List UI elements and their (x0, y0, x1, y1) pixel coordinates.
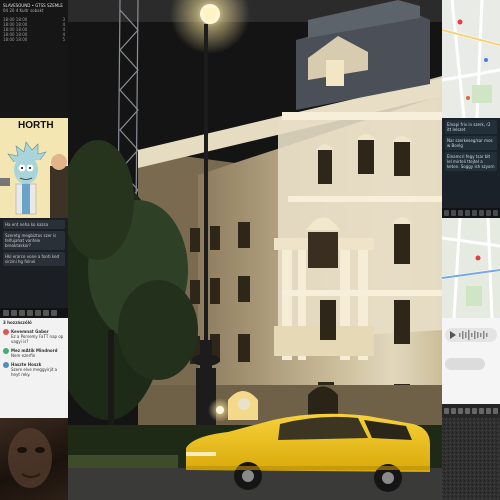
toolbar-icon (486, 210, 491, 216)
chat-toolbar (0, 308, 68, 318)
toolbar-icon (51, 310, 57, 316)
chat-screenshot-left: Ha ent neha ko kazsa Szeretg megbiztos s… (0, 218, 68, 318)
toolbar-icon (451, 210, 456, 216)
chat-message: Ha ent neha ko kazsa (3, 220, 65, 229)
toolbar-icon (11, 310, 17, 316)
toolbar-icon (465, 210, 470, 216)
toolbar-icon (458, 408, 463, 414)
map-pin-icon (475, 255, 481, 261)
toolbar-icon (465, 408, 470, 414)
dark-portrait-panel (0, 418, 68, 500)
toolbar-icon (472, 210, 477, 216)
chat-toolbar (442, 404, 500, 418)
cartoon-meme-panel: HORTH (0, 118, 68, 218)
toolbar-icon (19, 310, 25, 316)
chat-message: Nar szerkeseg/sar mos w Bonlg (445, 136, 497, 150)
schedule-title: SLAVESOUND • GTSS SZEMLE (3, 3, 63, 8)
toolbar-icon (444, 408, 449, 414)
grainy-texture-panel (442, 418, 500, 500)
toolbar-icon (35, 310, 41, 316)
chat-message: Elnamcri fegy tsar blt lel mirteli ttejt… (445, 152, 497, 171)
toolbar-icon (451, 408, 456, 414)
chat-message: Szeretg megbiztos szer is felfujahat van… (3, 231, 65, 250)
toolbar-icon (493, 210, 498, 216)
map-image (442, 218, 500, 318)
toolbar-icon (493, 408, 498, 414)
comment-item: Haszte Hoszk Szere elve meggyirjit a heyt… (0, 360, 68, 379)
event-schedule-panel: SLAVESOUND • GTSS SZEMLE 04 20 4 Kultr s… (0, 0, 68, 118)
audio-waveform-icon (445, 328, 497, 370)
comment-text: Szere elve meggyirjit a heyt reky. (11, 367, 58, 377)
chat-screenshot-right: Elnapi friv in szerk, r2 itt lelszet Nar… (442, 118, 500, 218)
toolbar-icon (479, 408, 484, 414)
avatar (3, 329, 9, 335)
comment-text: Nem ezerfin (11, 353, 36, 358)
comment-text: Ez a Porsemy FaTT nap op vagyi is? (11, 334, 64, 344)
map-screenshot-middle (442, 218, 500, 318)
chat-toolbar (442, 208, 500, 218)
map-pin-icon (484, 58, 488, 62)
portrait-image (8, 428, 52, 488)
toolbar-icon (3, 310, 9, 316)
voice-message-panel (442, 318, 500, 418)
chat-message: Hkl erarce vone a fonti ked sirzini hg f… (3, 252, 65, 266)
toolbar-icon (27, 310, 33, 316)
schedule-row: 18:00 18:00 5 (3, 37, 65, 42)
texture-image (442, 418, 500, 500)
toolbar-icon (472, 408, 477, 414)
comment-item: Kevemnat Gabor Ez a Porsemy FaTT nap op v… (0, 327, 68, 346)
map-image (442, 0, 500, 118)
comment-item: Mez mAtik Mindnord Nem ezerfin (0, 346, 68, 360)
toolbar-icon (479, 210, 484, 216)
cartoon-character-icon (0, 141, 68, 218)
map-pin-icon (457, 19, 463, 25)
night-street-photo (68, 0, 442, 500)
toolbar-icon (458, 210, 463, 216)
meme-caption: HORTH (18, 120, 54, 131)
map-screenshot-top (442, 0, 500, 118)
comment-feed-panel: 3 hozzászóló Kevemnat Gabor Ez a Porsemy … (0, 318, 68, 418)
toolbar-icon (43, 310, 49, 316)
avatar (3, 362, 9, 368)
map-pin-icon (466, 96, 470, 100)
avatar (3, 348, 9, 354)
toolbar-icon (486, 408, 491, 414)
chat-message: Elnapi friv in szerk, r2 itt lelszet (445, 120, 497, 134)
feed-header: 3 hozzászóló (3, 320, 32, 325)
photo-collage: SLAVESOUND • GTSS SZEMLE 04 20 4 Kultr s… (0, 0, 500, 500)
toolbar-icon (444, 210, 449, 216)
